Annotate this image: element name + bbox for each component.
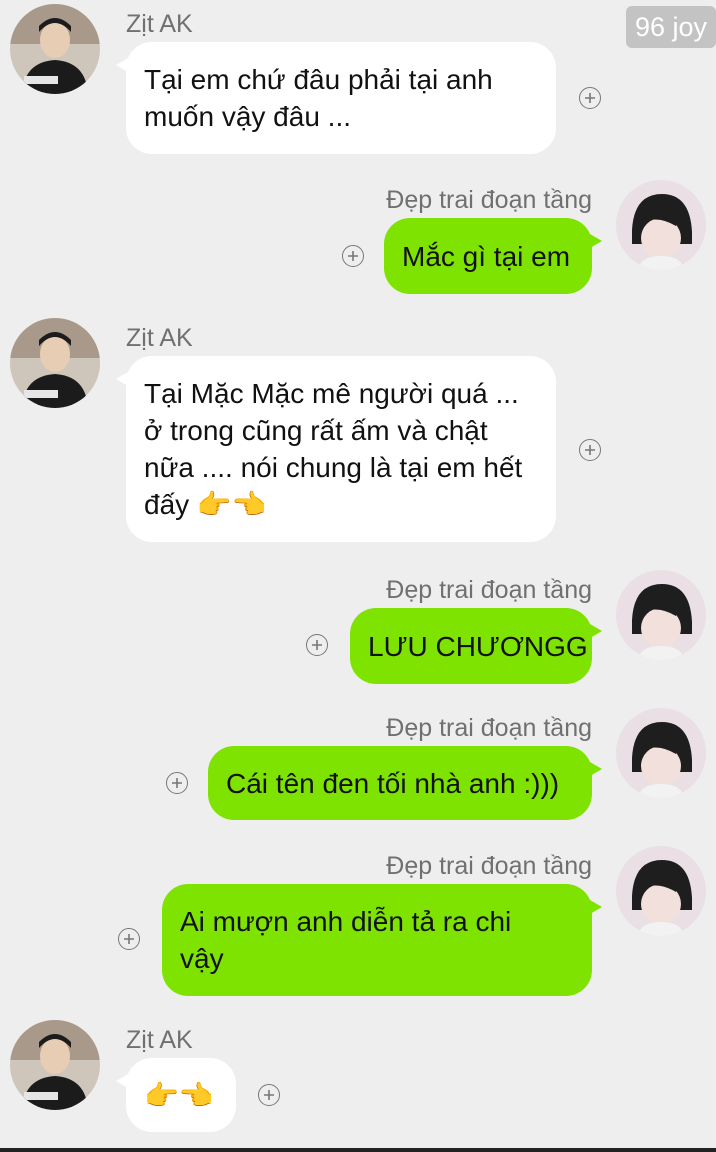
message-text: Tại Mặc Mặc mê người quá ... [144, 378, 519, 409]
avatar-dep-trai[interactable] [616, 846, 706, 936]
message-bubble-outgoing[interactable]: Ai mượn anh diễn tả ra chi vậy [162, 884, 602, 996]
message-text: LƯU CHƯƠNGG [368, 630, 588, 662]
message-text: đấy 👉👈 [144, 489, 267, 520]
message-bubble-outgoing[interactable]: Cái tên đen tối nhà anh :))) [208, 746, 602, 820]
watermark-label: 96 joy [626, 6, 716, 48]
message-text: Cái tên đen tối nhà anh :))) [226, 767, 560, 799]
message-text: nữa .... nói chung là tại em hết [144, 452, 523, 483]
message-text: 👉👈 [144, 1079, 214, 1111]
avatar-dep-trai[interactable] [616, 570, 706, 660]
message-bubble-outgoing[interactable]: LƯU CHƯƠNGG [350, 608, 602, 684]
add-reaction-icon[interactable] [258, 1084, 280, 1106]
add-reaction-icon[interactable] [166, 772, 188, 794]
sender-name: Zịt AK [126, 324, 193, 352]
avatar-dep-trai[interactable] [616, 180, 706, 270]
add-reaction-icon[interactable] [118, 928, 140, 950]
message-text: Tại em chứ đâu phải tại anh [144, 64, 493, 95]
message-bubble-outgoing[interactable]: Mắc gì tại em [384, 218, 602, 294]
sender-name: Đẹp trai đoạn tầng [386, 852, 592, 880]
sender-name: Đẹp trai đoạn tầng [386, 186, 592, 214]
message-text: muốn vậy đâu ... [144, 101, 352, 132]
avatar-dep-trai[interactable] [616, 708, 706, 798]
add-reaction-icon[interactable] [342, 245, 364, 267]
sender-name: Zịt AK [126, 10, 193, 38]
message-bubble-incoming[interactable]: 👉👈 [116, 1058, 236, 1132]
message-bubble-incoming[interactable]: Tại em chứ đâu phải tại anh muốn vậy đâu… [116, 42, 556, 154]
add-reaction-icon[interactable] [579, 439, 601, 461]
sender-name: Đẹp trai đoạn tầng [386, 714, 592, 742]
message-text: Ai mượn anh diễn tả ra chi [180, 906, 512, 937]
add-reaction-icon[interactable] [579, 87, 601, 109]
message-text: Mắc gì tại em [402, 240, 571, 272]
bottom-divider [0, 1148, 716, 1152]
avatar-zit-ak[interactable] [10, 318, 100, 408]
avatar-zit-ak[interactable] [10, 4, 100, 94]
sender-name: Zịt AK [126, 1026, 193, 1054]
message-text: vậy [180, 943, 224, 974]
avatar-zit-ak[interactable] [10, 1020, 100, 1110]
message-bubble-incoming[interactable]: Tại Mặc Mặc mê người quá ... ở trong cũn… [116, 356, 556, 542]
sender-name: Đẹp trai đoạn tầng [386, 576, 592, 604]
add-reaction-icon[interactable] [306, 634, 328, 656]
message-text: ở trong cũng rất ấm và chật [144, 415, 488, 446]
